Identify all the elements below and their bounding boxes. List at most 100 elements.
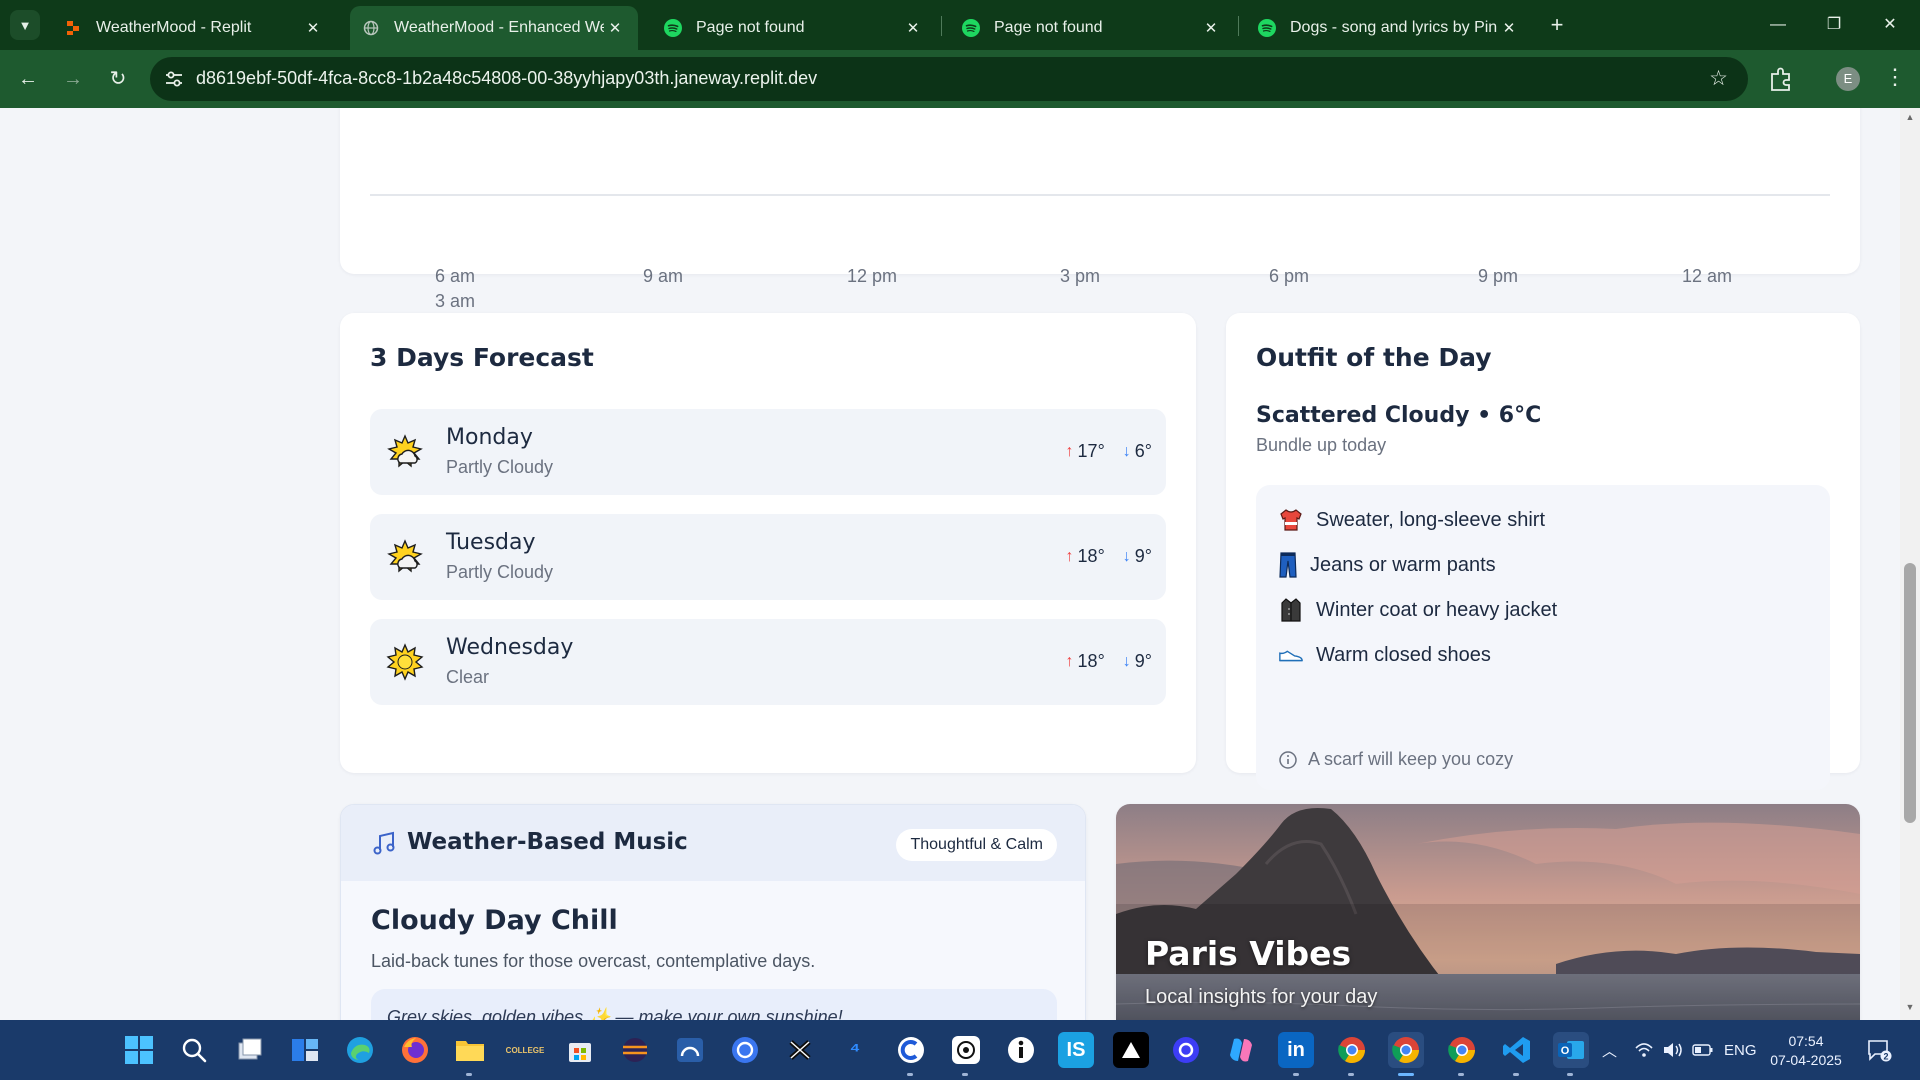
tab-close-icon[interactable]: ✕ — [902, 19, 924, 37]
eclipse-icon[interactable] — [617, 1032, 653, 1068]
tab-page-not-found-2[interactable]: Page not found ✕ — [950, 6, 1234, 50]
taskbar-clock[interactable]: 07:54 07-04-2025 — [1766, 1032, 1846, 1070]
chrome-profile-1-icon[interactable] — [1334, 1032, 1370, 1068]
running-indicator — [907, 1073, 913, 1076]
tab-weathermood-replit[interactable]: WeatherMood - Replit ✕ — [52, 6, 336, 50]
outfit-item: Warm closed shoes — [1278, 642, 1491, 668]
linkedin-icon[interactable]: in — [1278, 1032, 1314, 1068]
close-window-icon[interactable]: ✕ — [1870, 10, 1910, 40]
azure-icon[interactable]: ⁴ — [837, 1032, 873, 1068]
hourly-timeline-card: 6 am 3 am 9 am 12 pm 3 pm 6 pm 9 pm 12 a… — [340, 108, 1860, 311]
tab-separator — [941, 16, 942, 36]
battery-icon[interactable] — [1692, 1020, 1714, 1080]
forward-icon[interactable]: → — [59, 65, 87, 93]
page-scrollbar[interactable]: ▲ ▼ — [1900, 108, 1920, 1020]
copilot-icon[interactable] — [1223, 1032, 1259, 1068]
scroll-down-arrow-icon[interactable]: ▼ — [1904, 1002, 1916, 1012]
site-settings-icon[interactable] — [162, 67, 186, 91]
tab-separator — [1238, 16, 1239, 36]
tray-overflow-icon[interactable]: ︿ — [1602, 1020, 1617, 1080]
temp-low: 9° — [1134, 651, 1152, 671]
tab-close-icon[interactable]: ✕ — [1498, 19, 1520, 37]
outfit-item-label: Jeans or warm pants — [1310, 553, 1496, 576]
forecast-day-row[interactable]: Tuesday Partly Cloudy ↑ 18° ↓ 9° — [370, 514, 1166, 600]
minimize-icon[interactable]: — — [1758, 10, 1798, 40]
outfit-summary: Scattered Cloudy • 6°C — [1256, 403, 1542, 428]
new-tab-button[interactable]: + — [1543, 12, 1571, 40]
scrollbar-thumb[interactable] — [1904, 563, 1916, 823]
task-view-icon[interactable] — [232, 1032, 268, 1068]
temp-high: 17° — [1077, 441, 1105, 461]
cursor-app-icon[interactable] — [893, 1032, 929, 1068]
globe-icon — [362, 19, 380, 37]
outfit-item-label: Sweater, long-sleeve shirt — [1316, 508, 1546, 531]
outlook-icon[interactable]: O — [1553, 1032, 1589, 1068]
running-indicator — [962, 1073, 968, 1076]
tab-weathermood-enhanced[interactable]: WeatherMood - Enhanced Wea ✕ — [350, 6, 638, 50]
language-indicator[interactable]: ENG — [1724, 1020, 1757, 1080]
chatgpt-icon[interactable] — [948, 1032, 984, 1068]
bookmark-star-icon[interactable]: ☆ — [1709, 66, 1728, 91]
signal-app-icon[interactable] — [727, 1032, 763, 1068]
browser-toolbar: ← → ↻ d8619ebf-50df-4fca-8cc8-1b2a48c548… — [0, 50, 1920, 108]
tab-page-not-found-1[interactable]: Page not found ✕ — [652, 6, 936, 50]
forecast-card: 3 Days Forecast Monday Partly Cloudy ↑ 1… — [340, 313, 1196, 773]
city-card[interactable]: Paris Vibes Local insights for your day — [1116, 804, 1860, 1020]
replit-icon — [64, 19, 82, 37]
capcut-icon[interactable] — [782, 1032, 818, 1068]
widgets-icon[interactable] — [287, 1032, 323, 1068]
menu-kebab-icon[interactable]: ⋮ — [1884, 64, 1906, 90]
chrome-profile-d-icon[interactable] — [1444, 1032, 1480, 1068]
scroll-up-arrow-icon[interactable]: ▲ — [1904, 112, 1916, 122]
edge-icon[interactable] — [342, 1032, 378, 1068]
windows-start-icon[interactable] — [121, 1032, 157, 1068]
arrow-down-icon: ↓ — [1122, 547, 1131, 565]
extensions-icon[interactable] — [1766, 64, 1796, 94]
spotify-icon — [664, 19, 682, 37]
clock-date: 07-04-2025 — [1770, 1052, 1842, 1068]
music-card: Weather-Based Music Thoughtful & Calm Cl… — [340, 804, 1086, 1020]
vscode-icon[interactable] — [1499, 1032, 1535, 1068]
address-bar[interactable]: d8619ebf-50df-4fca-8cc8-1b2a48c54808-00-… — [150, 57, 1748, 101]
music-header-title: Weather-Based Music — [407, 829, 688, 855]
file-explorer-icon[interactable] — [452, 1032, 488, 1068]
notification-center-icon[interactable]: 2 — [1866, 1020, 1892, 1080]
day-condition: Partly Cloudy — [446, 457, 554, 477]
forecast-day-row[interactable]: Monday Partly Cloudy ↑ 17° ↓ 6° — [370, 409, 1166, 495]
tab-close-icon[interactable]: ✕ — [604, 19, 626, 37]
tab-dogs-spotify[interactable]: Dogs - song and lyrics by Pink F ✕ — [1246, 6, 1532, 50]
info-app-icon[interactable] — [1003, 1032, 1039, 1068]
outfit-list: Sweater, long-sleeve shirt Jeans or warm… — [1256, 485, 1830, 790]
profile-avatar[interactable]: E — [1836, 67, 1860, 91]
day-condition: Clear — [446, 667, 490, 687]
running-indicator — [466, 1073, 472, 1076]
search-icon[interactable] — [176, 1032, 212, 1068]
music-header: Weather-Based Music Thoughtful & Calm — [341, 805, 1085, 881]
arrow-up-icon: ↑ — [1065, 442, 1074, 460]
college-app-icon[interactable]: COLLEGE — [506, 1032, 545, 1068]
outfit-title: Outfit of the Day — [1256, 343, 1492, 372]
city-subtitle: Local insights for your day — [1145, 986, 1378, 1008]
dashboard-app-icon[interactable] — [672, 1032, 708, 1068]
chrome-profile-e-icon[interactable] — [1388, 1032, 1424, 1068]
tab-close-icon[interactable]: ✕ — [1200, 19, 1222, 37]
playlist-description: Laid-back tunes for those overcast, cont… — [371, 951, 816, 971]
day-name: Wednesday — [446, 635, 574, 660]
forecast-day-row[interactable]: Wednesday Clear ↑ 18° ↓ 9° — [370, 619, 1166, 705]
volume-icon[interactable] — [1662, 1020, 1684, 1080]
firefox-icon[interactable] — [397, 1032, 433, 1068]
microsoft-store-icon[interactable] — [562, 1032, 598, 1068]
spotify-icon — [1258, 19, 1276, 37]
wifi-icon[interactable] — [1634, 1020, 1654, 1080]
tab-search-icon[interactable]: ▼ — [10, 10, 40, 40]
is-app-icon[interactable]: IS — [1058, 1032, 1094, 1068]
jeans-icon — [1278, 552, 1298, 578]
tab-close-icon[interactable]: ✕ — [302, 19, 324, 37]
reload-icon[interactable]: ↻ — [104, 65, 132, 93]
browser-tabstrip: ▼ WeatherMood - Replit ✕ WeatherMood - E… — [0, 0, 1920, 50]
back-icon[interactable]: ← — [14, 65, 42, 93]
vercel-icon[interactable] — [1113, 1032, 1149, 1068]
outfit-item-label: Winter coat or heavy jacket — [1316, 598, 1558, 621]
restore-icon[interactable]: ❐ — [1814, 10, 1854, 40]
openai-icon[interactable] — [1168, 1032, 1204, 1068]
